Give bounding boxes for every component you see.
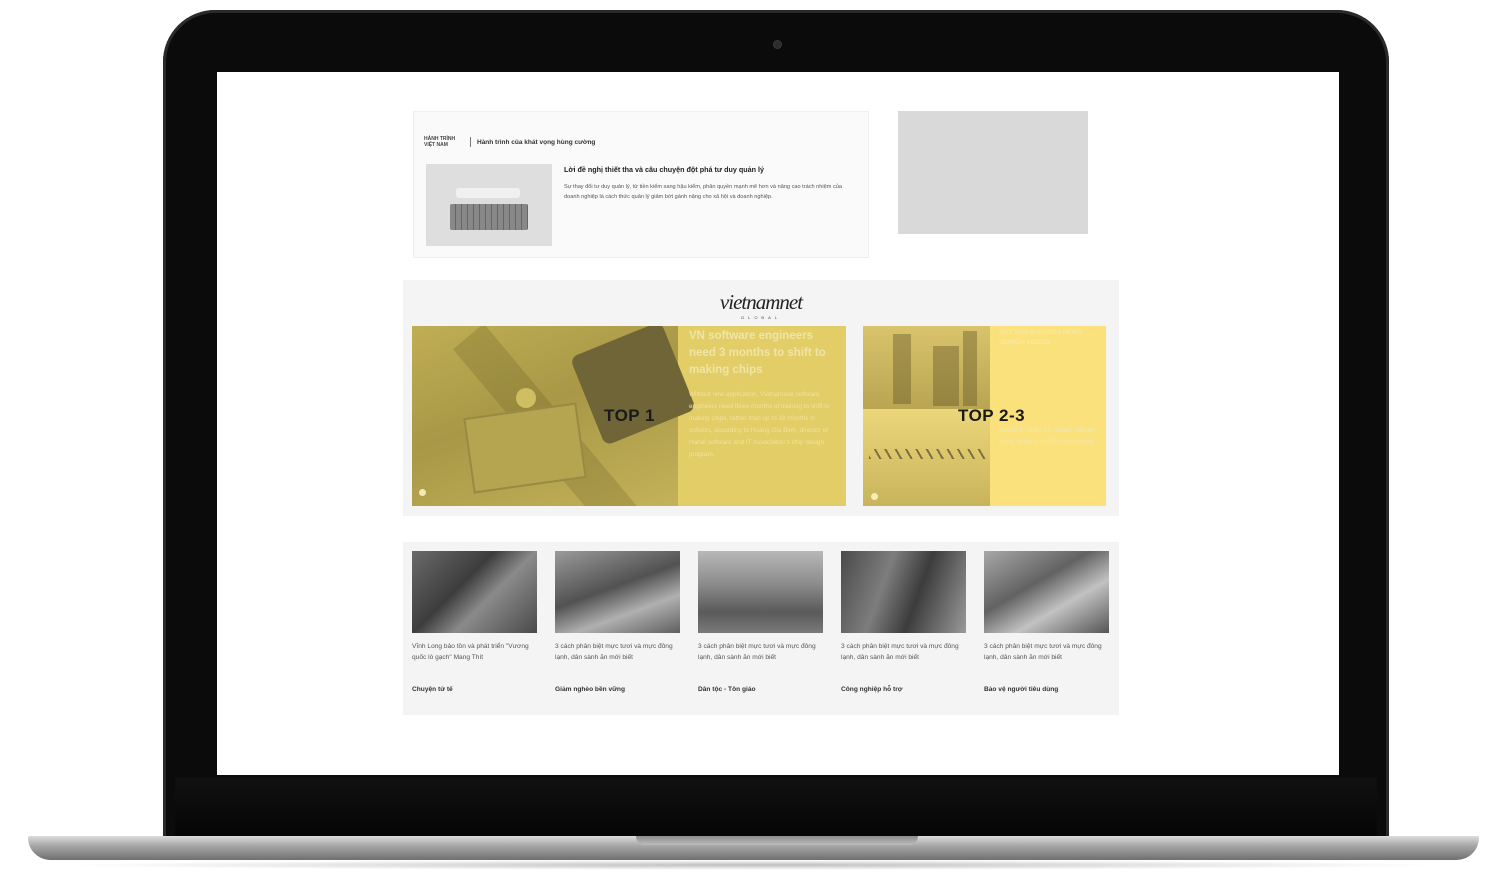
- news-item[interactable]: 3 cách phân biệt mực tươi và mực đông lạ…: [555, 551, 680, 693]
- laptop-notch: [636, 836, 918, 845]
- news-thumbnail[interactable]: [841, 551, 966, 633]
- news-category[interactable]: Dân tộc - Tôn giáo: [698, 686, 823, 693]
- camera-icon: [774, 41, 781, 48]
- feature-logo: HÀNH TRÌNH VIỆT NAM: [424, 136, 456, 148]
- bridge-graphic: [869, 449, 987, 459]
- web-page: HÀNH TRÌNH VIỆT NAM Hành trình của khát …: [217, 72, 1339, 775]
- top-1-text: VN software engineers need 3 months to s…: [689, 326, 839, 506]
- feature-text: Lời đề nghị thiết tha và câu chuyện đột …: [564, 165, 858, 202]
- news-item[interactable]: Vĩnh Long bảo tồn và phát triển "Vương q…: [412, 551, 537, 693]
- top-1-title[interactable]: VN software engineers need 3 months to s…: [689, 328, 839, 379]
- phone-graphic: [569, 326, 697, 446]
- top-2-3-text: VIET NAM BUSINESS NEWS SEARCH VIDEOS: [999, 326, 1103, 348]
- top-1-description: Without new application, Vietnamese soft…: [689, 391, 830, 458]
- top-2-3-label: TOP 2-3: [958, 406, 1026, 425]
- feature-article-card[interactable]: HÀNH TRÌNH VIỆT NAM Hành trình của khát …: [413, 111, 869, 258]
- top-1-label: TOP 1: [604, 406, 656, 425]
- vietnamnet-logo[interactable]: vietnamnet: [403, 290, 1119, 315]
- top-2-3-card[interactable]: VIET NAM BUSINESS NEWS SEARCH VIDEOS Han…: [863, 326, 1106, 506]
- feature-thumbnail[interactable]: [426, 164, 552, 246]
- top-2-image: [863, 326, 990, 409]
- laptop-shadow: [60, 860, 1447, 870]
- tag-graphic: [463, 402, 587, 494]
- keyboard-graphic: [450, 204, 528, 230]
- screen-bezel: [175, 778, 1377, 836]
- feature-title[interactable]: Lời đề nghị thiết tha và câu chuyện đột …: [564, 165, 858, 174]
- news-item[interactable]: 3 cách phân biệt mực tươi và mực đông lạ…: [841, 551, 966, 693]
- news-item[interactable]: 3 cách phân biệt mực tươi và mực đông lạ…: [984, 551, 1109, 693]
- news-title[interactable]: 3 cách phân biệt mực tươi và mực đông lạ…: [984, 641, 1109, 677]
- ad-placeholder: [898, 111, 1088, 234]
- news-thumbnail[interactable]: [984, 551, 1109, 633]
- news-strip: Vĩnh Long bảo tồn và phát triển "Vương q…: [403, 542, 1119, 715]
- top-3-title[interactable]: Hanoi to build 10 urban railway lines, r…: [999, 425, 1103, 449]
- news-title[interactable]: 3 cách phân biệt mực tươi và mực đông lạ…: [555, 641, 680, 677]
- card-2-icon: [871, 493, 878, 500]
- feature-description: Sự thay đổi tư duy quản lý, từ tiền kiểm…: [564, 184, 842, 200]
- news-category[interactable]: Công nghiệp hỗ trợ: [841, 686, 966, 693]
- news-title[interactable]: 3 cách phân biệt mực tươi và mực đông lạ…: [841, 641, 966, 677]
- news-thumbnail[interactable]: [412, 551, 537, 633]
- header-divider: [470, 137, 471, 147]
- news-thumbnail[interactable]: [698, 551, 823, 633]
- news-item[interactable]: 3 cách phân biệt mực tươi và mực đông lạ…: [698, 551, 823, 693]
- vietnamnet-logo-sub: GLOBAL: [740, 315, 781, 320]
- news-title[interactable]: 3 cách phân biệt mực tươi và mực đông lạ…: [698, 641, 823, 677]
- feature-heading[interactable]: Hành trình của khát vọng hùng cường: [477, 139, 595, 146]
- news-title[interactable]: Vĩnh Long bảo tồn và phát triển "Vương q…: [412, 641, 537, 677]
- news-thumbnail[interactable]: [555, 551, 680, 633]
- news-category[interactable]: Bảo vệ người tiêu dùng: [984, 686, 1109, 693]
- top-1-card[interactable]: VN software engineers need 3 months to s…: [412, 326, 846, 506]
- news-category[interactable]: Chuyện tử tế: [412, 686, 537, 693]
- keyboard-tray-graphic: [456, 188, 520, 198]
- top-stories-section: vietnamnet GLOBAL VN software engineers …: [403, 280, 1119, 516]
- news-category[interactable]: Giảm nghèo bền vững: [555, 686, 680, 693]
- feature-header: HÀNH TRÌNH VIỆT NAM Hành trình của khát …: [424, 136, 595, 148]
- card-1-icon: [419, 489, 426, 496]
- top-2-heading[interactable]: VIET NAM BUSINESS NEWS SEARCH VIDEOS: [999, 328, 1103, 348]
